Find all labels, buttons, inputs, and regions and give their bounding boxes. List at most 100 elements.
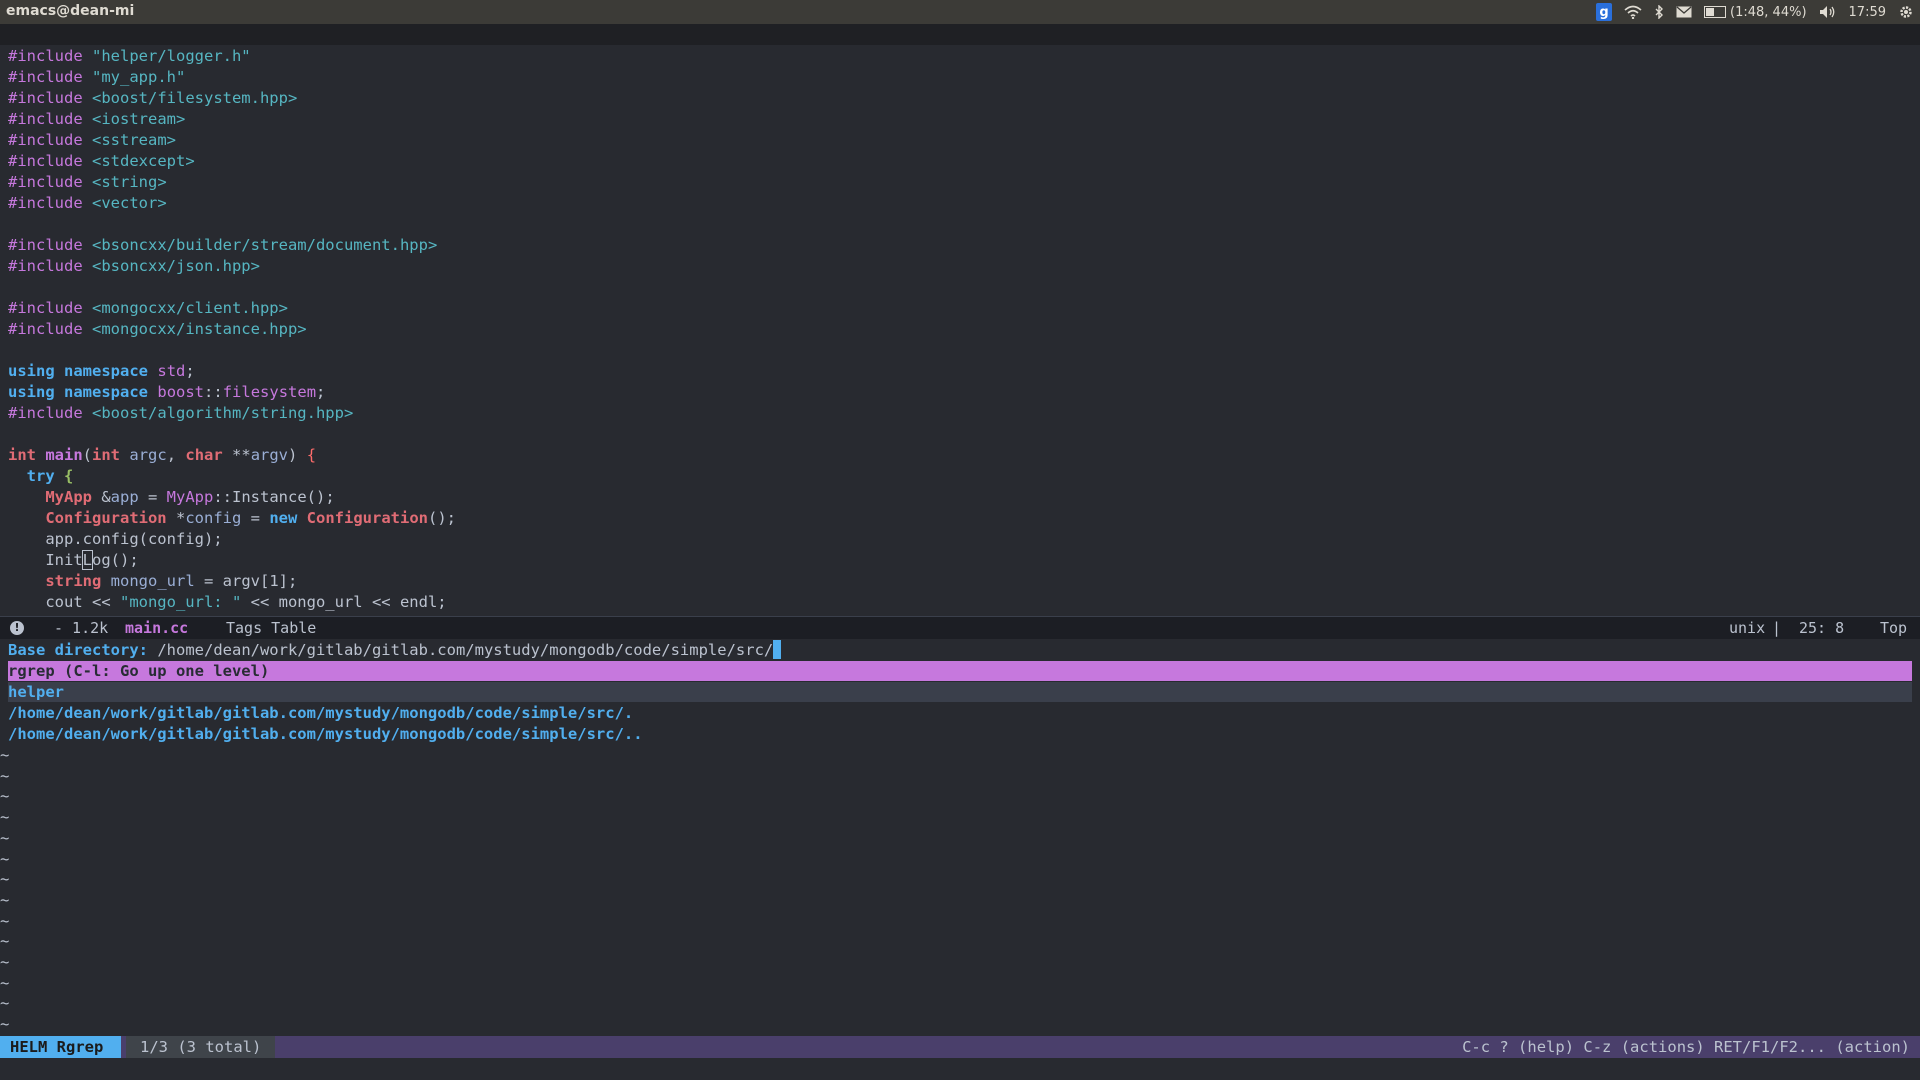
code-token: << mongo_url << endl; — [241, 593, 447, 611]
code-token: "helper/logger.h" — [92, 47, 251, 65]
code-token: string — [45, 572, 102, 590]
code-line[interactable]: #include <sstream> — [8, 130, 456, 151]
gear-icon[interactable] — [1898, 4, 1914, 20]
code-token: <string> — [92, 173, 167, 191]
volume-icon[interactable] — [1819, 5, 1837, 19]
helm-mode-line: HELM Rgrep 1/3 (3 total) C-c ? (help) C-… — [0, 1036, 1920, 1058]
helm-source-name: HELM Rgrep — [0, 1036, 122, 1058]
code-token: #include — [8, 299, 92, 317]
code-editor[interactable]: #include "helper/logger.h" #include "my_a… — [8, 46, 456, 613]
code-line[interactable]: InitLog(); — [8, 550, 456, 571]
code-line[interactable]: using namespace boost::filesystem; — [8, 382, 456, 403]
empty-line-tilde: ~ — [0, 890, 10, 909]
code-token: #include — [8, 173, 92, 191]
g-indicator-icon[interactable]: g — [1596, 3, 1613, 21]
code-token: (); — [428, 509, 456, 527]
code-token: std — [157, 362, 186, 380]
code-token: "my_app.h" — [92, 68, 186, 86]
code-line[interactable]: #include <vector> — [8, 193, 456, 214]
prompt-input[interactable]: /home/dean/work/gitlab/gitlab.com/mystud… — [157, 641, 773, 659]
text-cursor — [773, 640, 782, 659]
helm-key-hints: C-c ? (help) C-z (actions) RET/F1/F2... … — [1462, 1038, 1910, 1056]
code-token: Configuration — [306, 509, 428, 527]
candidate-item[interactable]: /home/dean/work/gitlab/gitlab.com/mystud… — [8, 703, 633, 723]
code-line[interactable]: #include "helper/logger.h" — [8, 46, 456, 67]
minibuffer[interactable] — [0, 1058, 1920, 1080]
code-token: namespace — [64, 383, 149, 401]
code-line[interactable]: #include <mongocxx/instance.hpp> — [8, 319, 456, 340]
code-token: "mongo_url: " — [119, 593, 242, 611]
base-directory-prompt[interactable]: Base directory: /home/dean/work/gitlab/g… — [8, 640, 782, 660]
code-token: { — [64, 467, 74, 485]
major-mode[interactable]: Tags Table — [226, 617, 316, 639]
empty-line-tilde: ~ — [0, 1015, 10, 1034]
bluetooth-icon[interactable] — [1654, 5, 1664, 19]
code-token: <boost/filesystem.hpp> — [92, 89, 298, 107]
code-token: og(); — [92, 551, 139, 569]
code-line[interactable]: #include <string> — [8, 172, 456, 193]
code-line[interactable]: #include <boost/filesystem.hpp> — [8, 88, 456, 109]
code-token: int — [8, 446, 36, 464]
code-line[interactable]: #include <mongocxx/client.hpp> — [8, 298, 456, 319]
code-token: & — [92, 488, 111, 506]
code-line[interactable] — [8, 277, 456, 298]
code-token: #include — [8, 257, 92, 275]
code-line[interactable]: cout << "mongo_url: " << mongo_url << en… — [8, 592, 456, 613]
code-token: ::Instance(); — [213, 488, 335, 506]
clock[interactable]: 17:59 — [1849, 5, 1886, 20]
code-line[interactable]: #include <boost/algorithm/string.hpp> — [8, 403, 456, 424]
code-token: <vector> — [92, 194, 167, 212]
code-line[interactable]: int main(int argc, char **argv) { — [8, 445, 456, 466]
code-token: <mongocxx/instance.hpp> — [92, 320, 307, 338]
candidate-item-selected[interactable]: helper — [8, 682, 1912, 702]
code-token: = — [241, 509, 270, 527]
code-line[interactable]: #include <bsoncxx/json.hpp> — [8, 256, 456, 277]
code-token: #include — [8, 110, 92, 128]
code-line[interactable]: Configuration *config = new Configuratio… — [8, 508, 456, 529]
code-token: using — [8, 383, 55, 401]
code-token: config — [185, 509, 242, 527]
encoding: unix — [1729, 619, 1766, 637]
info-icon: ! — [10, 621, 24, 635]
code-line[interactable] — [8, 214, 456, 235]
code-token: * — [166, 509, 186, 527]
modeline-separator: | — [1772, 619, 1782, 637]
empty-line-tilde: ~ — [0, 973, 10, 992]
code-line[interactable] — [8, 424, 456, 445]
code-token: boost — [157, 383, 205, 401]
candidate-item[interactable]: /home/dean/work/gitlab/gitlab.com/mystud… — [8, 724, 643, 744]
mail-icon[interactable] — [1676, 6, 1692, 18]
code-line[interactable]: #include <iostream> — [8, 109, 456, 130]
wifi-icon[interactable] — [1624, 5, 1642, 19]
code-line[interactable]: #include <bsoncxx/builder/stream/documen… — [8, 235, 456, 256]
empty-line-tilde: ~ — [0, 849, 10, 868]
candidate-count: 1/3 (3 total) — [126, 1036, 276, 1058]
code-line[interactable]: MyApp &app = MyApp::Instance(); — [8, 487, 456, 508]
code-token: <stdexcept> — [92, 152, 195, 170]
code-token: try — [26, 467, 55, 485]
code-line[interactable]: #include <stdexcept> — [8, 151, 456, 172]
code-line[interactable]: app.config(config); — [8, 529, 456, 550]
battery-text: (1:48, 44%) — [1730, 4, 1807, 20]
battery-indicator[interactable]: (1:48, 44%) — [1704, 5, 1807, 20]
code-line[interactable]: string mongo_url = argv[1]; — [8, 571, 456, 592]
mode-line: ! - 1.2k main.cc Tags Table unix | 25: 8… — [0, 616, 1920, 639]
code-token: <iostream> — [92, 110, 186, 128]
empty-line-tilde: ~ — [0, 808, 10, 827]
code-token: #include — [8, 152, 92, 170]
code-line[interactable]: using namespace std; — [8, 361, 456, 382]
window-header-strip — [0, 24, 1920, 45]
buffer-size: - 1.2k — [54, 619, 109, 637]
code-token: namespace — [64, 362, 149, 380]
code-line[interactable]: try { — [8, 466, 456, 487]
code-line[interactable] — [8, 340, 456, 361]
buffer-filename: main.cc — [125, 619, 189, 637]
battery-fill — [1706, 8, 1714, 16]
code-line[interactable]: #include "my_app.h" — [8, 67, 456, 88]
code-token: #include — [8, 47, 92, 65]
